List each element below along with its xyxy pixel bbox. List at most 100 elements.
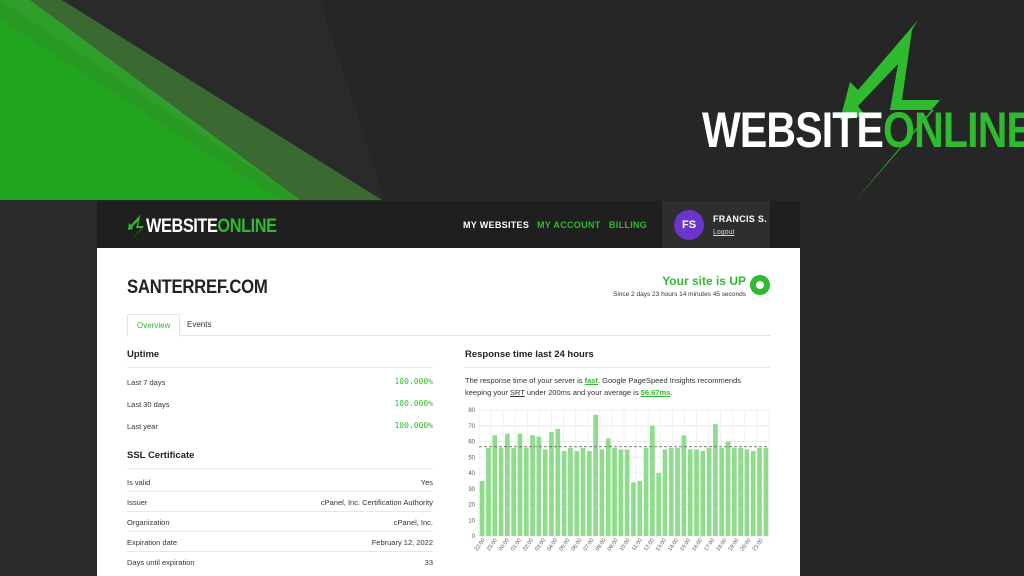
chart-bar [568,447,573,536]
chart-bar [542,449,548,536]
status-title: Your site is UP [662,274,746,288]
chart-bar [731,447,737,536]
uptime-value: 100.000% [394,399,433,408]
fast-link[interactable]: fast [585,376,598,385]
chart-bar [662,449,668,536]
uptime-label: Last 7 days [127,378,166,387]
ssl-label: Organization [127,518,170,527]
y-tick-label: 10 [468,518,475,524]
chart-bar [713,424,718,536]
chart-bar [505,433,510,536]
x-tick-label: 06:00 [571,538,584,553]
x-tick-label: 02:00 [522,538,535,553]
chart-bar [517,433,523,536]
chart-bar [580,447,586,536]
uptime-label: Last 30 days [127,400,170,409]
ssl-label: Expiration date [127,538,178,547]
chart-bar [605,438,611,536]
status-panel: Your site is UP Since 2 days 23 hours 14… [613,274,746,298]
status-indicator-icon [750,275,770,295]
brand-logo-large: WEBSITEONLINE [702,102,1024,158]
divider [127,491,433,492]
chart-bar [511,447,517,536]
chart-bar [498,447,504,536]
status-uptime-duration: Since 2 days 23 hours 14 minutes 45 seco… [613,291,746,298]
x-tick-label: 19:00 [728,538,741,553]
x-tick-label: 21:00 [752,538,765,553]
chart-bar [656,473,662,536]
app-logo[interactable]: WEBSITEONLINE [128,214,298,240]
chart-bar [694,449,699,536]
chart-bar [586,450,592,536]
y-tick-label: 80 [468,408,475,414]
x-tick-label: 12:00 [643,538,656,553]
chart-bar [523,447,529,536]
y-tick-label: 60 [468,440,475,446]
tab-overview[interactable]: Overview [127,314,181,337]
x-tick-label: 13:00 [655,538,668,553]
tab-bar: Overview Events [127,314,770,337]
chart-bar [574,450,580,536]
logout-link[interactable]: Logout [713,229,734,236]
lightning-bolt-icon [128,214,144,240]
x-tick-label: 14:00 [667,538,680,553]
chart-bar [479,480,485,536]
y-tick-label: 20 [468,503,475,509]
ssl-value: 33 [424,558,433,567]
nav-my-account[interactable]: MY ACCOUNT [537,220,601,230]
chart-bar [706,447,712,536]
divider [127,511,433,512]
chart-bar [687,449,693,536]
nav-my-websites[interactable]: MY WEBSITES [463,220,529,230]
ssl-value: cPanel, Inc. [393,518,433,527]
ssl-label: Issuer [127,498,148,507]
chart-bar [612,447,617,536]
chart-bar [536,436,542,536]
chart-bar [668,447,674,536]
chart-bar [681,435,687,536]
chart-bar [750,450,756,536]
chart-bar [757,447,762,536]
nav-billing[interactable]: BILLING [609,220,647,230]
x-tick-label: 01:00 [510,538,523,553]
chart-bar [492,435,498,536]
x-tick-label: 23:00 [486,538,499,553]
dashboard-window: WEBSITEONLINE MY WEBSITES MY ACCOUNT BIL… [97,201,800,576]
tab-events[interactable]: Events [178,314,220,335]
response-description: The response time of your server is fast… [465,376,741,397]
x-tick-label: 17:00 [703,538,716,553]
y-tick-label: 40 [468,471,475,477]
divider [127,551,433,552]
chart-bar [637,480,643,536]
x-tick-label: 16:00 [691,538,704,553]
ssl-value: February 12, 2022 [371,538,433,547]
response-heading: Response time last 24 hours [465,349,594,360]
chart-bar [725,441,731,536]
x-tick-label: 04:00 [546,538,559,553]
chart-bar [631,482,636,536]
chart-bar [618,449,624,536]
x-tick-label: 05:00 [558,538,571,553]
srt-link[interactable]: SRT [510,388,525,397]
x-tick-label: 18:00 [716,538,729,553]
chart-bar [530,435,535,536]
ssl-label: Days until expiration [127,558,195,567]
chart-bar [624,449,630,536]
x-tick-label: 10:00 [619,538,632,553]
avatar[interactable]: FS [674,210,704,240]
ssl-value: Yes [420,478,433,487]
divider [127,531,433,532]
chart-bar [719,447,725,536]
ssl-label: Is valid [127,478,151,487]
x-tick-label: 00:00 [498,538,511,553]
user-menu[interactable]: FS FRANCIS S. Logout [662,201,770,248]
x-tick-label: 22:00 [474,538,487,553]
x-tick-label: 20:00 [740,538,753,553]
chart-bar [738,447,743,536]
average-value: 56.67ms [640,388,671,397]
chart-bar [555,428,561,536]
ssl-heading: SSL Certificate [127,450,195,461]
chart-bar [593,414,598,536]
ssl-value: cPanel, Inc. Certification Authority [320,498,433,507]
y-tick-label: 50 [468,455,475,461]
